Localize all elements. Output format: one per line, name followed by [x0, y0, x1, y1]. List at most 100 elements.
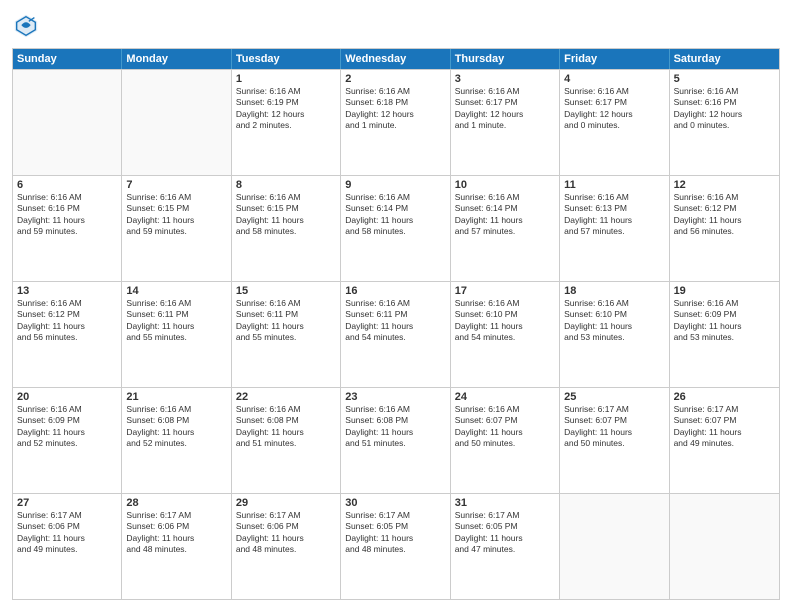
day-number: 26	[674, 391, 775, 403]
cell-info: Sunrise: 6:16 AM Sunset: 6:07 PM Dayligh…	[455, 404, 555, 450]
header	[12, 12, 780, 40]
cal-cell-5: 5Sunrise: 6:16 AM Sunset: 6:16 PM Daylig…	[670, 70, 779, 175]
cell-info: Sunrise: 6:16 AM Sunset: 6:13 PM Dayligh…	[564, 192, 664, 238]
day-number: 22	[236, 391, 336, 403]
day-number: 13	[17, 285, 117, 297]
cell-info: Sunrise: 6:16 AM Sunset: 6:11 PM Dayligh…	[345, 298, 445, 344]
day-number: 18	[564, 285, 664, 297]
cal-cell-8: 8Sunrise: 6:16 AM Sunset: 6:15 PM Daylig…	[232, 176, 341, 281]
cal-cell-1: 1Sunrise: 6:16 AM Sunset: 6:19 PM Daylig…	[232, 70, 341, 175]
day-number: 11	[564, 179, 664, 191]
day-number: 4	[564, 73, 664, 85]
day-number: 28	[126, 497, 226, 509]
cell-info: Sunrise: 6:16 AM Sunset: 6:18 PM Dayligh…	[345, 86, 445, 132]
cal-cell-12: 12Sunrise: 6:16 AM Sunset: 6:12 PM Dayli…	[670, 176, 779, 281]
cal-cell-9: 9Sunrise: 6:16 AM Sunset: 6:14 PM Daylig…	[341, 176, 450, 281]
day-number: 12	[674, 179, 775, 191]
cal-cell-24: 24Sunrise: 6:16 AM Sunset: 6:07 PM Dayli…	[451, 388, 560, 493]
day-number: 6	[17, 179, 117, 191]
cell-info: Sunrise: 6:16 AM Sunset: 6:09 PM Dayligh…	[674, 298, 775, 344]
header-day-tuesday: Tuesday	[232, 49, 341, 69]
cell-info: Sunrise: 6:16 AM Sunset: 6:17 PM Dayligh…	[564, 86, 664, 132]
day-number: 7	[126, 179, 226, 191]
day-number: 27	[17, 497, 117, 509]
cal-cell-15: 15Sunrise: 6:16 AM Sunset: 6:11 PM Dayli…	[232, 282, 341, 387]
header-day-monday: Monday	[122, 49, 231, 69]
cell-info: Sunrise: 6:16 AM Sunset: 6:16 PM Dayligh…	[17, 192, 117, 238]
cal-cell-10: 10Sunrise: 6:16 AM Sunset: 6:14 PM Dayli…	[451, 176, 560, 281]
cell-info: Sunrise: 6:16 AM Sunset: 6:08 PM Dayligh…	[236, 404, 336, 450]
cell-info: Sunrise: 6:16 AM Sunset: 6:11 PM Dayligh…	[236, 298, 336, 344]
day-number: 9	[345, 179, 445, 191]
cell-info: Sunrise: 6:16 AM Sunset: 6:08 PM Dayligh…	[345, 404, 445, 450]
day-number: 15	[236, 285, 336, 297]
cell-info: Sunrise: 6:16 AM Sunset: 6:12 PM Dayligh…	[17, 298, 117, 344]
page: SundayMondayTuesdayWednesdayThursdayFrid…	[0, 0, 792, 612]
cal-cell-7: 7Sunrise: 6:16 AM Sunset: 6:15 PM Daylig…	[122, 176, 231, 281]
logo	[12, 12, 44, 40]
cell-info: Sunrise: 6:17 AM Sunset: 6:07 PM Dayligh…	[674, 404, 775, 450]
header-day-wednesday: Wednesday	[341, 49, 450, 69]
cal-cell-23: 23Sunrise: 6:16 AM Sunset: 6:08 PM Dayli…	[341, 388, 450, 493]
cell-info: Sunrise: 6:16 AM Sunset: 6:08 PM Dayligh…	[126, 404, 226, 450]
cal-cell-empty	[670, 494, 779, 599]
header-day-thursday: Thursday	[451, 49, 560, 69]
day-number: 20	[17, 391, 117, 403]
calendar-row-3: 13Sunrise: 6:16 AM Sunset: 6:12 PM Dayli…	[13, 281, 779, 387]
cell-info: Sunrise: 6:16 AM Sunset: 6:10 PM Dayligh…	[455, 298, 555, 344]
cell-info: Sunrise: 6:16 AM Sunset: 6:19 PM Dayligh…	[236, 86, 336, 132]
cell-info: Sunrise: 6:16 AM Sunset: 6:14 PM Dayligh…	[345, 192, 445, 238]
header-day-sunday: Sunday	[13, 49, 122, 69]
cal-cell-16: 16Sunrise: 6:16 AM Sunset: 6:11 PM Dayli…	[341, 282, 450, 387]
calendar-row-4: 20Sunrise: 6:16 AM Sunset: 6:09 PM Dayli…	[13, 387, 779, 493]
calendar-row-2: 6Sunrise: 6:16 AM Sunset: 6:16 PM Daylig…	[13, 175, 779, 281]
calendar-header: SundayMondayTuesdayWednesdayThursdayFrid…	[13, 49, 779, 69]
day-number: 10	[455, 179, 555, 191]
day-number: 25	[564, 391, 664, 403]
cal-cell-11: 11Sunrise: 6:16 AM Sunset: 6:13 PM Dayli…	[560, 176, 669, 281]
cal-cell-27: 27Sunrise: 6:17 AM Sunset: 6:06 PM Dayli…	[13, 494, 122, 599]
cal-cell-13: 13Sunrise: 6:16 AM Sunset: 6:12 PM Dayli…	[13, 282, 122, 387]
cal-cell-empty	[13, 70, 122, 175]
day-number: 23	[345, 391, 445, 403]
cal-cell-20: 20Sunrise: 6:16 AM Sunset: 6:09 PM Dayli…	[13, 388, 122, 493]
day-number: 14	[126, 285, 226, 297]
header-day-saturday: Saturday	[670, 49, 779, 69]
day-number: 29	[236, 497, 336, 509]
day-number: 19	[674, 285, 775, 297]
day-number: 3	[455, 73, 555, 85]
cal-cell-2: 2Sunrise: 6:16 AM Sunset: 6:18 PM Daylig…	[341, 70, 450, 175]
cell-info: Sunrise: 6:16 AM Sunset: 6:16 PM Dayligh…	[674, 86, 775, 132]
day-number: 21	[126, 391, 226, 403]
cal-cell-21: 21Sunrise: 6:16 AM Sunset: 6:08 PM Dayli…	[122, 388, 231, 493]
calendar-body: 1Sunrise: 6:16 AM Sunset: 6:19 PM Daylig…	[13, 69, 779, 599]
day-number: 30	[345, 497, 445, 509]
cell-info: Sunrise: 6:17 AM Sunset: 6:06 PM Dayligh…	[126, 510, 226, 556]
day-number: 2	[345, 73, 445, 85]
day-number: 17	[455, 285, 555, 297]
cell-info: Sunrise: 6:16 AM Sunset: 6:10 PM Dayligh…	[564, 298, 664, 344]
cell-info: Sunrise: 6:16 AM Sunset: 6:14 PM Dayligh…	[455, 192, 555, 238]
cal-cell-18: 18Sunrise: 6:16 AM Sunset: 6:10 PM Dayli…	[560, 282, 669, 387]
calendar: SundayMondayTuesdayWednesdayThursdayFrid…	[12, 48, 780, 600]
day-number: 16	[345, 285, 445, 297]
cal-cell-30: 30Sunrise: 6:17 AM Sunset: 6:05 PM Dayli…	[341, 494, 450, 599]
cell-info: Sunrise: 6:16 AM Sunset: 6:09 PM Dayligh…	[17, 404, 117, 450]
cal-cell-26: 26Sunrise: 6:17 AM Sunset: 6:07 PM Dayli…	[670, 388, 779, 493]
cal-cell-28: 28Sunrise: 6:17 AM Sunset: 6:06 PM Dayli…	[122, 494, 231, 599]
cell-info: Sunrise: 6:17 AM Sunset: 6:05 PM Dayligh…	[345, 510, 445, 556]
cal-cell-22: 22Sunrise: 6:16 AM Sunset: 6:08 PM Dayli…	[232, 388, 341, 493]
cell-info: Sunrise: 6:16 AM Sunset: 6:15 PM Dayligh…	[126, 192, 226, 238]
cal-cell-31: 31Sunrise: 6:17 AM Sunset: 6:05 PM Dayli…	[451, 494, 560, 599]
day-number: 1	[236, 73, 336, 85]
cell-info: Sunrise: 6:17 AM Sunset: 6:07 PM Dayligh…	[564, 404, 664, 450]
cell-info: Sunrise: 6:17 AM Sunset: 6:06 PM Dayligh…	[236, 510, 336, 556]
cal-cell-3: 3Sunrise: 6:16 AM Sunset: 6:17 PM Daylig…	[451, 70, 560, 175]
cell-info: Sunrise: 6:16 AM Sunset: 6:17 PM Dayligh…	[455, 86, 555, 132]
cal-cell-6: 6Sunrise: 6:16 AM Sunset: 6:16 PM Daylig…	[13, 176, 122, 281]
cell-info: Sunrise: 6:17 AM Sunset: 6:06 PM Dayligh…	[17, 510, 117, 556]
cell-info: Sunrise: 6:16 AM Sunset: 6:12 PM Dayligh…	[674, 192, 775, 238]
day-number: 24	[455, 391, 555, 403]
cal-cell-19: 19Sunrise: 6:16 AM Sunset: 6:09 PM Dayli…	[670, 282, 779, 387]
cal-cell-17: 17Sunrise: 6:16 AM Sunset: 6:10 PM Dayli…	[451, 282, 560, 387]
